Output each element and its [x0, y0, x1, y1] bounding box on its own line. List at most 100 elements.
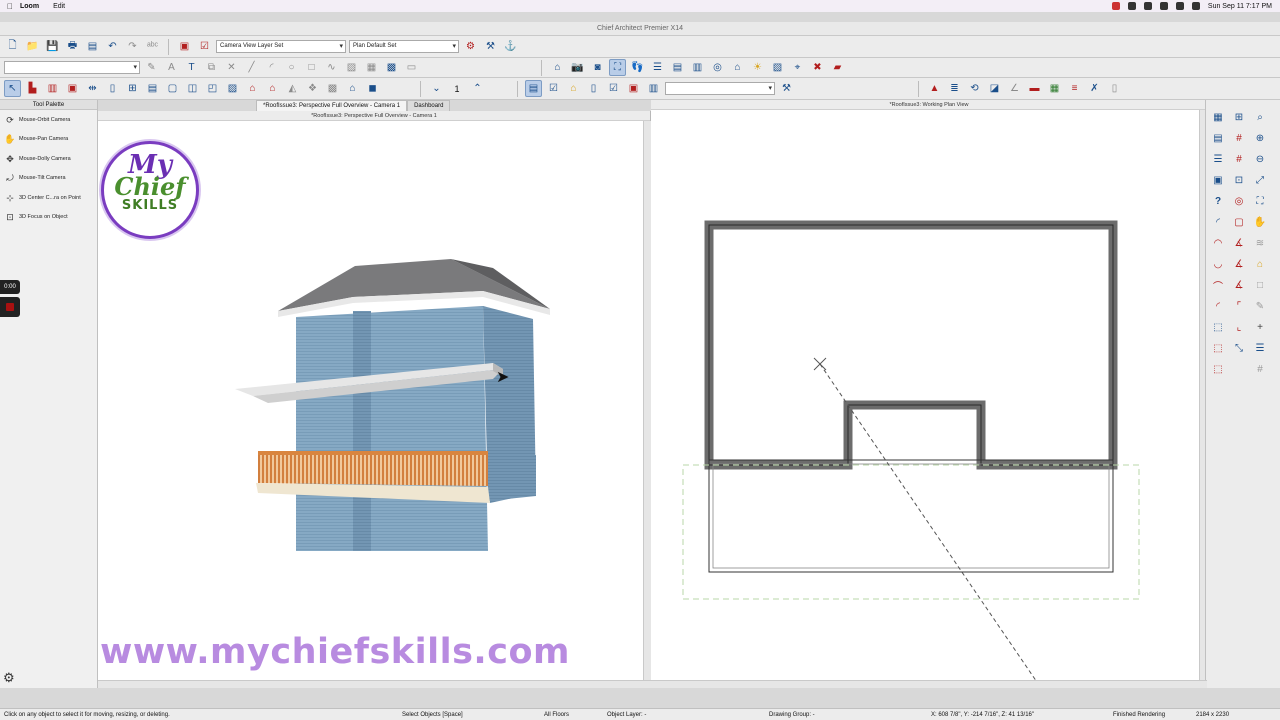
line-icon[interactable]: ╱ — [243, 59, 260, 76]
layer-view-icon[interactable]: ▤ — [525, 80, 542, 97]
picture-icon[interactable]: ▦ — [363, 59, 380, 76]
pan-icon[interactable]: ✋ — [1251, 213, 1269, 231]
circle-icon[interactable]: ○ — [283, 59, 300, 76]
house-small-icon[interactable]: ⌂ — [1251, 255, 1269, 273]
zoom-out-icon[interactable]: ⊖ — [1251, 150, 1269, 168]
camera-list-icon[interactable]: ☰ — [649, 59, 666, 76]
status-icon[interactable] — [1143, 2, 1152, 10]
arc-tool-icon[interactable]: ◜ — [1209, 213, 1227, 231]
home-view-icon[interactable]: ⌂ — [729, 59, 746, 76]
wall-icon[interactable]: ▙ — [24, 80, 41, 97]
elevation-icon[interactable]: ▥ — [689, 59, 706, 76]
list-icon[interactable]: ☰ — [1251, 339, 1269, 357]
angle-tool-icon[interactable]: ∡ — [1230, 276, 1248, 294]
color-bars-icon[interactable]: ≡ — [1066, 80, 1083, 97]
image-icon[interactable]: ▩ — [383, 59, 400, 76]
text-style-icon[interactable]: A — [163, 59, 180, 76]
print-preview-icon[interactable]: ▤ — [84, 38, 101, 55]
up-floor-icon[interactable]: ⌃ — [469, 80, 486, 97]
text-icon[interactable]: T — [183, 59, 200, 76]
open-folder-icon[interactable]: 📁 — [24, 38, 41, 55]
walkthrough-icon[interactable]: ⛶ — [609, 59, 626, 76]
plan-icon[interactable]: ▦ — [1209, 108, 1227, 126]
fit-icon[interactable]: ⛶ — [1251, 192, 1269, 210]
shape-icon[interactable]: ◼ — [364, 80, 381, 97]
stop-recording-button[interactable] — [0, 297, 20, 317]
layer-display-icon[interactable]: ▣ — [176, 38, 193, 55]
schedule-icon[interactable]: ☰ — [1209, 150, 1227, 168]
house-view-icon[interactable]: ⌂ — [565, 80, 582, 97]
palette-item-tilt[interactable]: ⤾ Mouse-Tilt Camera — [0, 169, 97, 189]
page-red-icon[interactable]: ▣ — [625, 80, 642, 97]
gear-icon[interactable]: ⚙ — [3, 670, 15, 686]
pencil-icon[interactable]: ✎ — [1251, 297, 1269, 315]
menu-edit[interactable]: Edit — [53, 3, 65, 10]
select-dash-icon[interactable]: ⬚ — [1209, 339, 1227, 357]
perspective-view[interactable]: *RoofIssue3: Perspective Full Overview -… — [98, 111, 651, 688]
plan-set-select[interactable]: Plan Default Set — [349, 40, 459, 53]
rectangle-icon[interactable]: □ — [303, 59, 320, 76]
wifi-icon[interactable] — [1159, 2, 1168, 10]
eyedropper-icon[interactable]: ⌖ — [789, 59, 806, 76]
floor-icon[interactable]: ◫ — [184, 80, 201, 97]
undo-icon[interactable]: ↶ — [104, 38, 121, 55]
select-dash-icon[interactable]: ⬚ — [1209, 360, 1227, 378]
search-icon[interactable] — [1191, 2, 1200, 10]
page-icon[interactable]: ▯ — [585, 80, 602, 97]
zoom-in-icon[interactable]: ⊕ — [1251, 129, 1269, 147]
edit-mode-select[interactable] — [4, 61, 140, 74]
slab-icon[interactable]: ◰ — [204, 80, 221, 97]
page-flag-icon[interactable]: ▥ — [645, 80, 662, 97]
library-icon[interactable]: ▤ — [1209, 129, 1227, 147]
door-icon[interactable]: ▯ — [104, 80, 121, 97]
stair-icon[interactable]: ▤ — [144, 80, 161, 97]
palette-item-pan[interactable]: ✋ Mouse-Pan Camera — [0, 130, 97, 150]
material-painter-icon[interactable]: ✖ — [809, 59, 826, 76]
angle-tool-icon[interactable]: ∡ — [1230, 255, 1248, 273]
tools-x-icon[interactable]: ✗ — [1086, 80, 1103, 97]
copy-icon[interactable]: ⧉ — [203, 59, 220, 76]
arc-icon[interactable]: ◜ — [263, 59, 280, 76]
battery-icon[interactable] — [1175, 2, 1184, 10]
print-icon[interactable]: 🖶 — [64, 38, 81, 55]
room-icon[interactable]: ▢ — [164, 80, 181, 97]
rect-tool-icon[interactable]: ▢ — [1230, 213, 1248, 231]
fill-window-icon[interactable]: ⤢ — [1251, 171, 1269, 189]
palette-item-center[interactable]: ⊹ 3D Center C...ra on Point — [0, 188, 97, 208]
palette-item-orbit[interactable]: ⟳ Mouse-Orbit Camera — [0, 110, 97, 130]
wrench-icon[interactable]: ⚒ — [778, 80, 795, 97]
tape-measure-icon[interactable]: ▲ — [926, 80, 943, 97]
doc-icon[interactable]: ▯ — [1106, 80, 1123, 97]
perspective-horizontal-scrollbar[interactable] — [98, 680, 651, 688]
down-floor-icon[interactable]: ⌄ — [428, 80, 445, 97]
menubar-clock[interactable]: Sun Sep 11 7:17 PM — [1208, 3, 1272, 10]
select-objects-icon[interactable]: ↖ — [4, 80, 21, 97]
fireplace-icon[interactable]: ⌂ — [344, 80, 361, 97]
preferences-icon[interactable]: ⚒ — [482, 38, 499, 55]
zoom-icon[interactable]: ⌕ — [1251, 108, 1269, 126]
adjust-material-icon[interactable]: ▰ — [829, 59, 846, 76]
menu-app[interactable]: Loom — [20, 3, 39, 10]
light-icon[interactable]: ☀ — [749, 59, 766, 76]
ruler-red-icon[interactable]: ▬ — [1026, 80, 1043, 97]
grid-icon[interactable]: # — [1230, 129, 1248, 147]
grid-icon[interactable]: ⊞ — [1230, 108, 1248, 126]
floor-plan-drawing[interactable] — [651, 110, 1199, 689]
angle-icon[interactable]: ∠ — [1006, 80, 1023, 97]
rotate-icon[interactable]: ⟲ — [966, 80, 983, 97]
palette-item-dolly[interactable]: ✥ Mouse-Dolly Camera — [0, 149, 97, 169]
select-dash-icon[interactable]: ⬚ — [1209, 318, 1227, 336]
layers-icon[interactable]: ◪ — [986, 80, 1003, 97]
house-icon[interactable]: ⌂ — [549, 59, 566, 76]
spline-icon[interactable]: ∿ — [323, 59, 340, 76]
save-icon[interactable]: 💾 — [44, 38, 61, 55]
grid-icon[interactable]: # — [1230, 150, 1248, 168]
layer-set-select[interactable]: Camera View Layer Set — [216, 40, 346, 53]
perspective-vertical-scrollbar[interactable] — [643, 121, 651, 688]
palette-item-focus[interactable]: ⊡ 3D Focus on Object — [0, 208, 97, 228]
status-icon[interactable] — [1127, 2, 1136, 10]
dimension-icon[interactable]: ⇹ — [84, 80, 101, 97]
redo-icon[interactable]: ↷ — [124, 38, 141, 55]
square-icon[interactable]: □ — [1251, 276, 1269, 294]
library-icon[interactable]: ▩ — [324, 80, 341, 97]
